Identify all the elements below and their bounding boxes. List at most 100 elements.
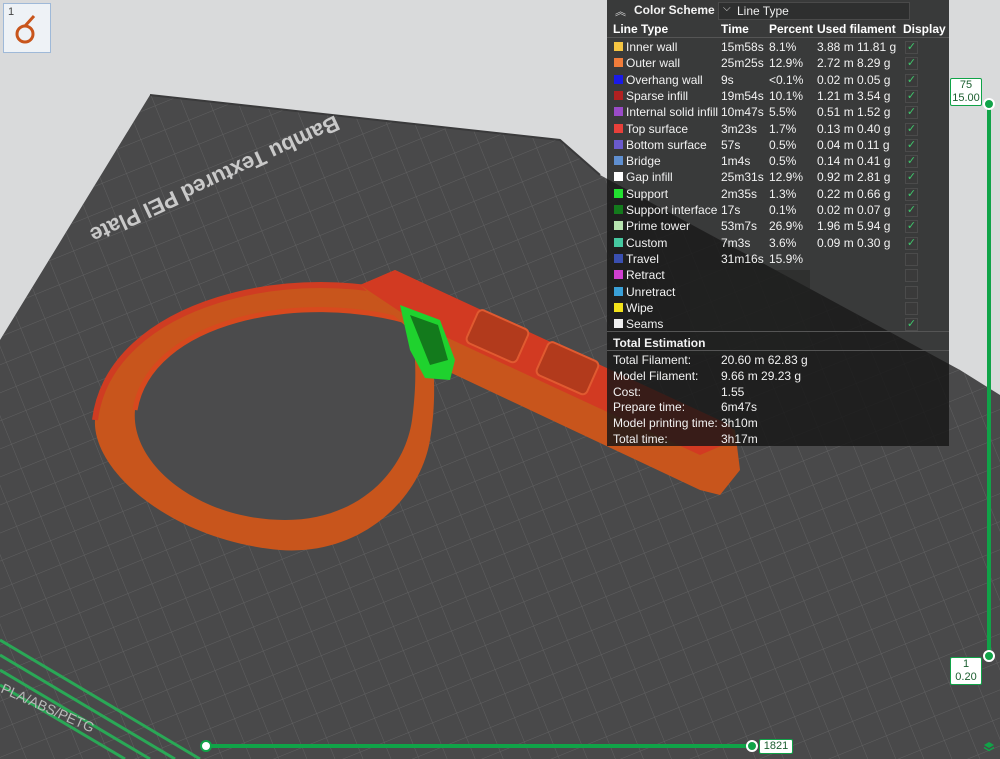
line-type-time: 7m3s: [721, 235, 751, 250]
legend-row: Internal solid infill 10m47s 5.5% 0.51 m 1.…: [607, 104, 949, 120]
legend-row: Wipe: [607, 300, 949, 316]
color-swatch: [614, 156, 623, 166]
color-swatch: [614, 221, 623, 231]
line-type-time: 1m4s: [721, 154, 751, 169]
3d-viewport[interactable]: Bambu Textured PEI Plate PLA/ABS/PETG 1: [0, 0, 1000, 759]
color-swatch: [614, 58, 623, 68]
line-type-filament: 0.13 m 0.40 g: [817, 121, 891, 136]
legend-row: Support interface 17s 0.1% 0.02 m 0.07 g ✓: [607, 202, 949, 218]
line-type-percent: 1.7%: [769, 121, 797, 136]
plate-thumbnail[interactable]: 1: [3, 3, 51, 53]
line-type-time: 15m58s: [721, 40, 764, 54]
plate-thumbnail-icon: [15, 14, 36, 44]
line-type-percent: 0.1%: [769, 203, 797, 217]
layer-slider-track[interactable]: [987, 104, 991, 656]
header-used-filament: Used filament: [817, 22, 896, 36]
display-checkbox[interactable]: ✓: [905, 171, 918, 185]
display-checkbox[interactable]: [905, 252, 918, 266]
line-type-filament: 0.04 m 0.11 g: [817, 137, 890, 152]
legend-row: Travel 31m16s 15.9%: [607, 251, 949, 267]
move-slider-track[interactable]: [205, 744, 753, 748]
line-type-filament: 0.02 m 0.07 g: [817, 203, 891, 217]
line-type-filament: 1.21 m 3.54 g: [817, 88, 891, 103]
display-checkbox[interactable]: ✓: [905, 236, 918, 250]
line-type-filament: 0.09 m 0.30 g: [817, 235, 891, 250]
color-swatch: [614, 237, 623, 247]
line-type-time: 3m23s: [721, 121, 758, 136]
line-type-time: 19m54s: [721, 88, 764, 103]
total-row: Total time: 3h17m: [607, 431, 949, 447]
line-type-percent: 12.9%: [769, 56, 804, 71]
line-type-percent: 3.6%: [769, 235, 797, 250]
display-checkbox[interactable]: [905, 285, 918, 299]
move-slider-handle[interactable]: [746, 740, 758, 752]
color-swatch: [614, 42, 623, 51]
display-checkbox[interactable]: ✓: [905, 138, 918, 152]
display-checkbox[interactable]: ✓: [905, 220, 918, 234]
line-type-name: Inner wall: [626, 40, 678, 54]
line-type-filament: 2.72 m 8.29 g: [817, 56, 891, 71]
display-checkbox[interactable]: ✓: [905, 106, 918, 120]
legend-row: Bridge 1m4s 0.5% 0.14 m 0.41 g ✓: [607, 153, 949, 169]
bottom-layer-number: 1: [962, 658, 970, 670]
color-swatch: [614, 188, 623, 198]
color-scheme-select[interactable]: ⌵ Line Type: [718, 2, 910, 20]
display-checkbox[interactable]: ✓: [905, 204, 918, 217]
total-row: Model Filament: 9.66 m 29.23 g: [607, 368, 949, 384]
total-label: Total time:: [613, 432, 668, 446]
display-checkbox[interactable]: ✓: [905, 41, 918, 54]
display-checkbox[interactable]: ✓: [905, 187, 918, 201]
header-display: Display: [903, 22, 946, 36]
display-checkbox[interactable]: ✓: [905, 73, 918, 87]
display-checkbox[interactable]: ✓: [905, 155, 918, 169]
move-slider-value: 1821: [759, 739, 793, 754]
line-type-name: Outer wall: [626, 56, 681, 71]
legend-row: Bottom surface 57s 0.5% 0.04 m 0.11 g ✓: [607, 137, 949, 153]
total-value: 6m47s: [721, 400, 758, 415]
header-time: Time: [721, 22, 749, 36]
bottom-layer-handle[interactable]: [983, 650, 995, 662]
chevron-down-icon: ⌵: [723, 3, 731, 14]
line-type-name: Bridge: [626, 154, 661, 169]
line-type-name: Unretract: [626, 284, 676, 299]
header-line-type: Line Type: [613, 22, 669, 36]
display-checkbox[interactable]: ✓: [905, 318, 918, 332]
display-checkbox[interactable]: [905, 269, 918, 283]
total-value: 3h10m: [721, 416, 758, 431]
display-checkbox[interactable]: ✓: [905, 122, 918, 136]
header-percent: Percent: [769, 22, 814, 36]
top-layer-handle[interactable]: [983, 98, 995, 110]
line-type-percent: 15.9%: [769, 251, 804, 266]
legend-row: Retract: [607, 267, 949, 283]
legend-row: Outer wall 25m25s 12.9% 2.72 m 8.29 g ✓: [607, 55, 949, 71]
legend-panel: ︽ Color Scheme ⌵ Line Type Line Type Tim…: [607, 0, 949, 446]
legend-row: Custom 7m3s 3.6% 0.09 m 0.30 g ✓: [607, 235, 949, 251]
display-checkbox[interactable]: ✓: [905, 57, 918, 71]
legend-row: Seams ✓: [607, 316, 949, 332]
total-value: 1.55: [721, 384, 745, 399]
color-swatch: [614, 107, 623, 117]
line-type-name: Travel: [626, 251, 659, 266]
line-type-time: 2m35s: [721, 186, 758, 201]
legend-header: ︽ Color Scheme ⌵ Line Type: [607, 0, 949, 20]
line-type-name: Sparse infill: [626, 88, 689, 103]
color-swatch: [614, 319, 623, 329]
collapse-icon[interactable]: ︽: [615, 3, 626, 19]
display-checkbox[interactable]: ✓: [905, 89, 918, 103]
display-checkbox[interactable]: [905, 301, 918, 315]
total-row: Cost: 1.55: [607, 384, 949, 400]
top-layer-number: 75: [959, 79, 973, 91]
layers-icon[interactable]: [983, 741, 995, 753]
line-type-filament: 0.22 m 0.66 g: [817, 186, 891, 201]
line-type-percent: 0.5%: [769, 137, 797, 152]
move-slider-start-handle[interactable]: [200, 740, 212, 752]
total-row: Prepare time: 6m47s: [607, 399, 949, 415]
line-type-name: Retract: [626, 268, 665, 283]
bottom-layer-label: 1 0.20: [950, 657, 982, 685]
line-type-filament: 0.92 m 2.81 g: [817, 170, 891, 185]
total-estimation-title: Total Estimation: [613, 336, 706, 350]
legend-row: Sparse infill 19m54s 10.1% 1.21 m 3.54 g ✓: [607, 88, 949, 104]
totals-divider: [607, 331, 949, 332]
line-type-name: Support: [626, 186, 669, 201]
total-label: Cost:: [613, 384, 642, 399]
